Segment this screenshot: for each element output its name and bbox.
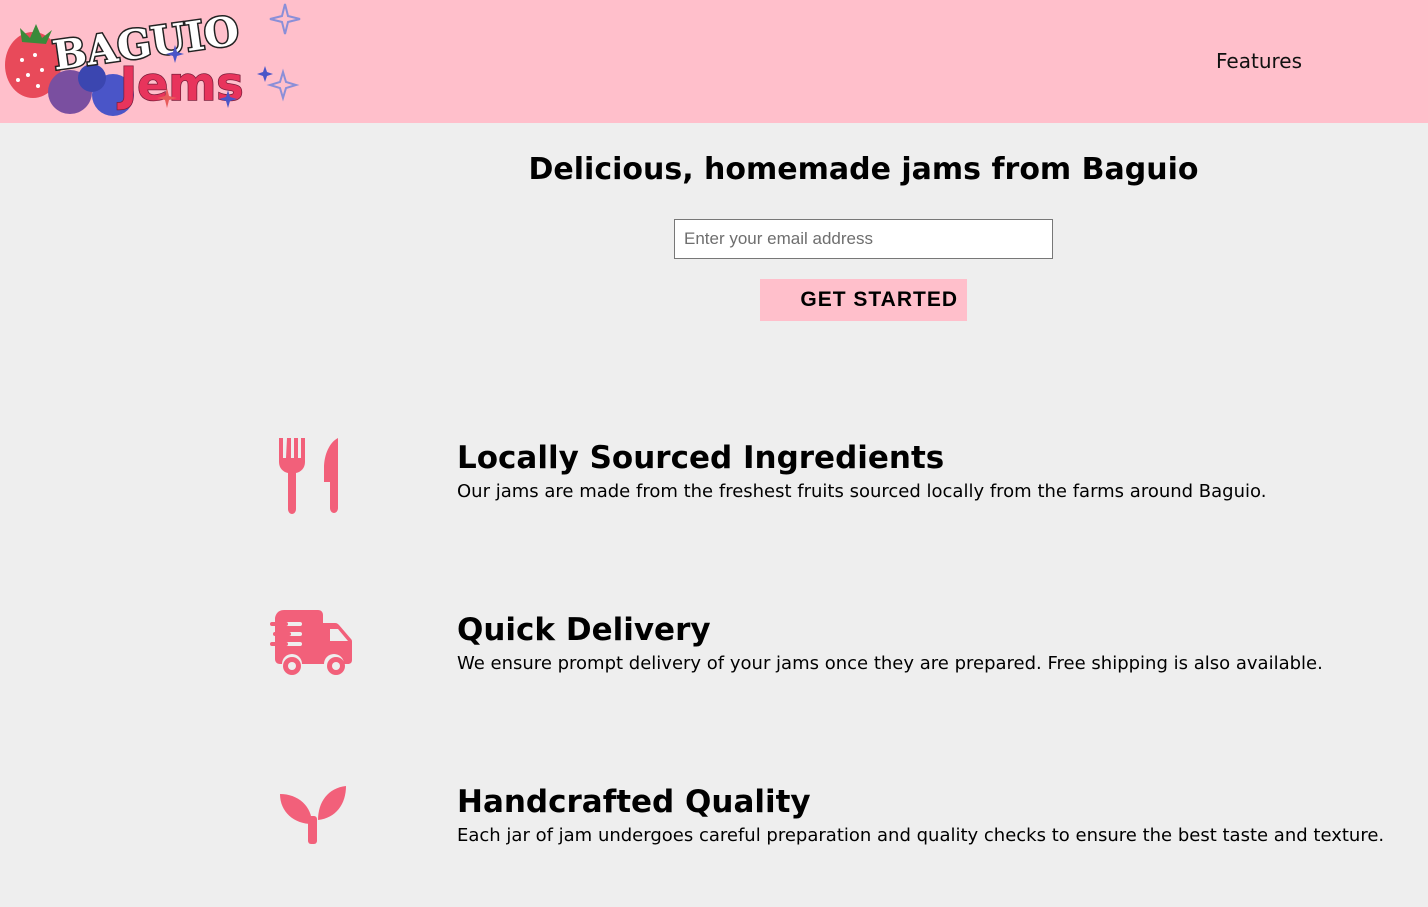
feature-description: We ensure prompt delivery of your jams o… (457, 653, 1323, 674)
hero-title: Delicious, homemade jams from Baguio (528, 152, 1199, 187)
utensils-icon (279, 438, 338, 514)
feature-title: Handcrafted Quality (457, 784, 811, 820)
feature-description: Each jar of jam undergoes careful prepar… (457, 825, 1385, 846)
feature-item: Handcrafted Quality Each jar of jam unde… (0, 784, 1428, 864)
feature-description: Our jams are made from the freshest frui… (457, 481, 1267, 502)
email-input[interactable] (674, 219, 1053, 259)
site-header: BAGUIO Jems Features (0, 0, 1428, 123)
svg-text:Jems: Jems (117, 57, 244, 111)
nav-features-link[interactable]: Features (1216, 49, 1302, 73)
feature-title: Quick Delivery (457, 612, 711, 648)
feature-title: Locally Sourced Ingredients (457, 440, 945, 476)
baguio-jems-logo[interactable]: BAGUIO Jems (0, 0, 340, 123)
seedling-icon (280, 786, 346, 844)
truck-fast-icon (270, 610, 352, 675)
get-started-button[interactable]: GET STARTED (760, 279, 967, 321)
feature-item: Locally Sourced Ingredients Our jams are… (0, 438, 1428, 520)
feature-item: Quick Delivery We ensure prompt delivery… (0, 610, 1428, 692)
